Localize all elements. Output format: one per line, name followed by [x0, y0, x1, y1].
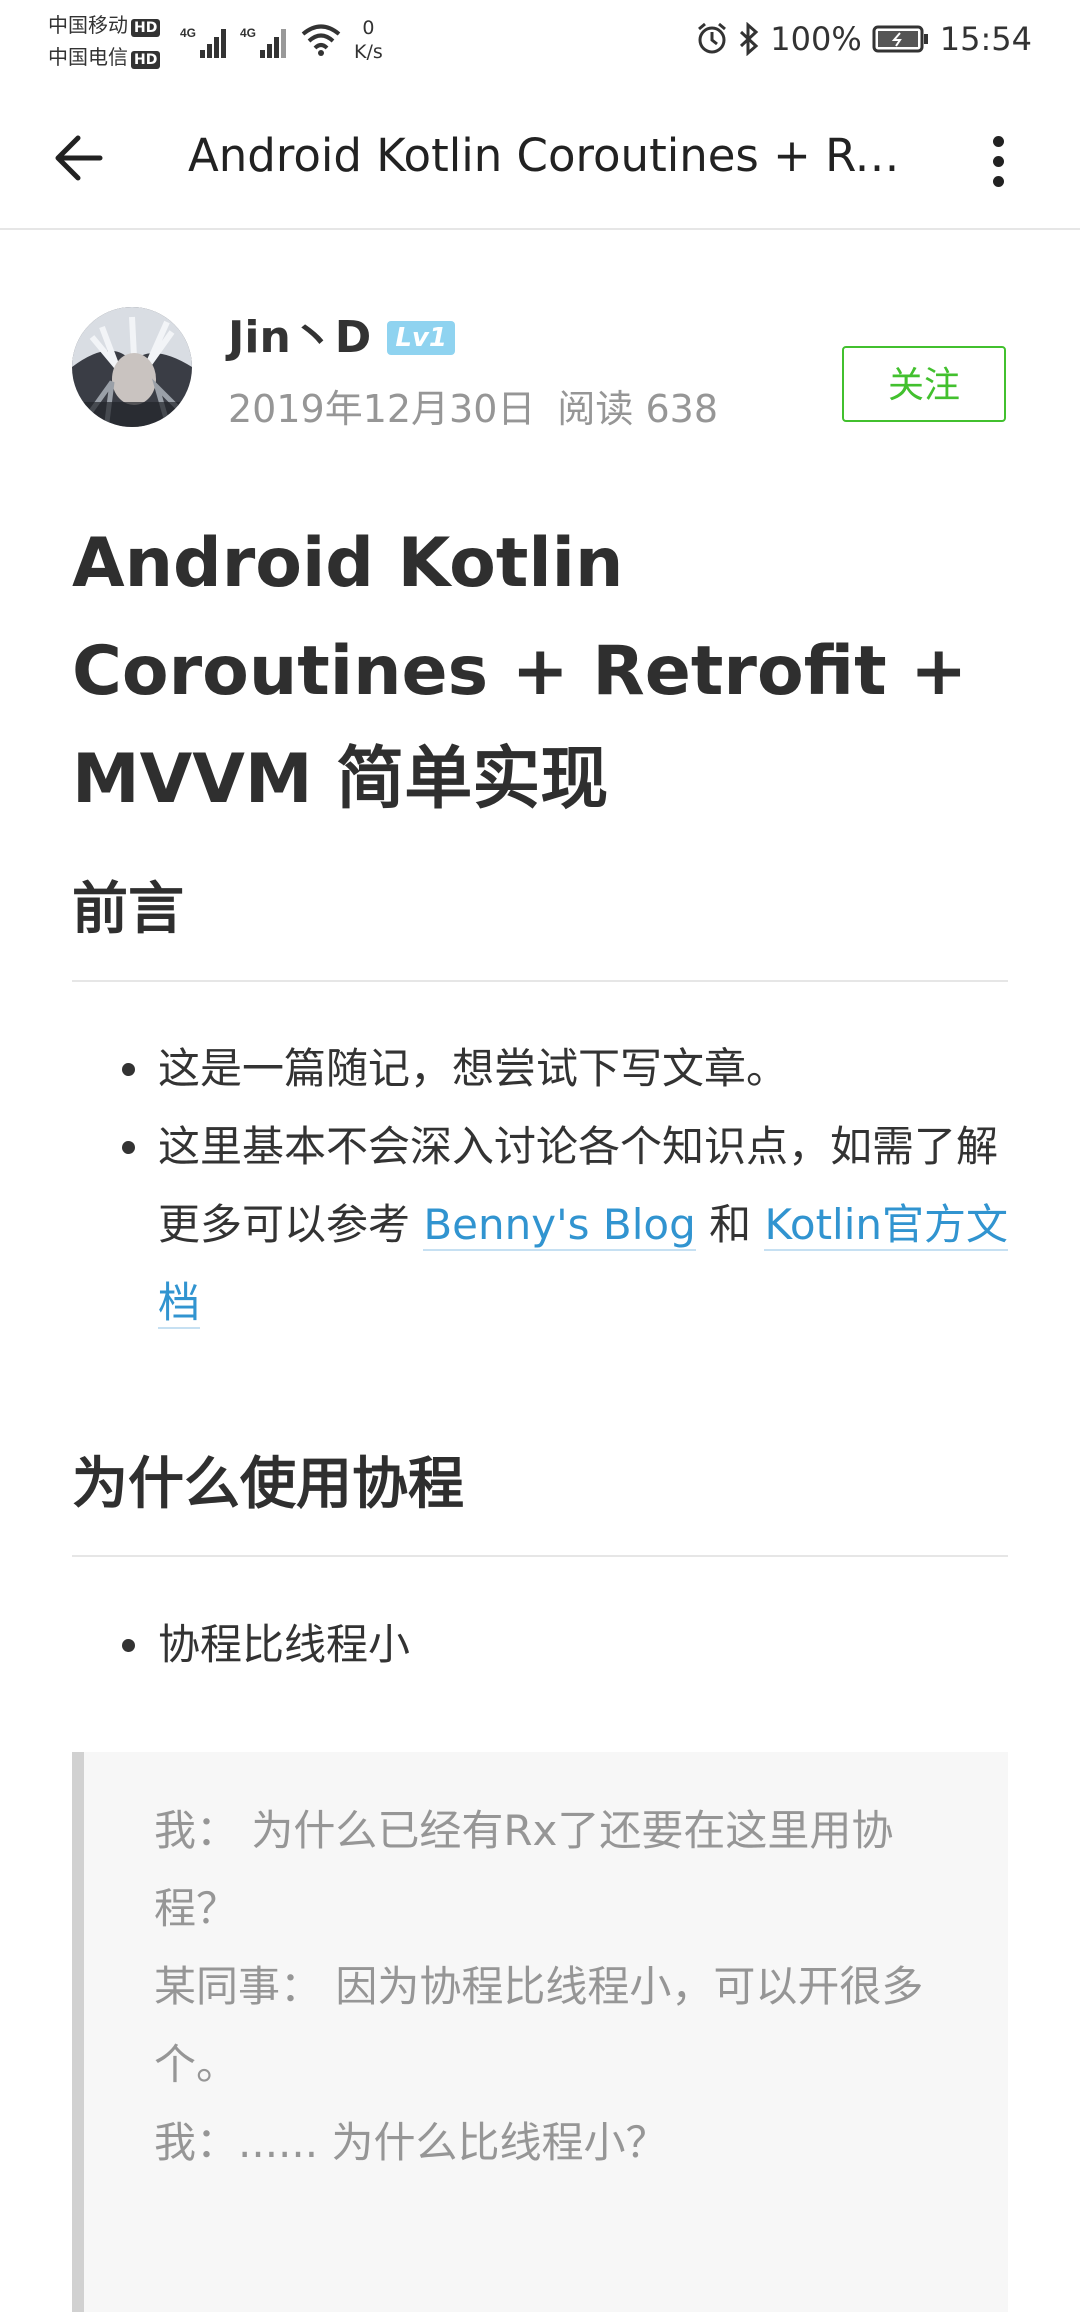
section-heading-why-coroutines: 为什么使用协程	[72, 1445, 1008, 1557]
signal-icon-1: 4G	[180, 26, 226, 58]
clock: 15:54	[939, 20, 1032, 58]
avatar[interactable]	[72, 307, 192, 427]
battery-percent: 100%	[770, 20, 862, 58]
author-name[interactable]: Jin丶D Lv1	[228, 310, 455, 366]
app-bar-title: Android Kotlin Coroutines + Retrofit + M…	[188, 129, 908, 182]
post-meta: 2019年12月30日 阅读 638	[228, 385, 718, 433]
alarm-icon	[698, 22, 727, 54]
link-bennys-blog[interactable]: Benny's Blog	[423, 1200, 696, 1251]
status-bar: 中国移动 HD 中国电信 HD 4G 4G 0 K/s 100% 15:54	[0, 0, 1080, 86]
article-title: Android Kotlin Coroutines + Retrofit + M…	[72, 524, 968, 819]
hd-badge: HD	[131, 19, 161, 37]
bluetooth-icon	[740, 22, 759, 56]
level-badge: Lv1	[387, 321, 455, 355]
signal-icon-2: 4G	[240, 26, 286, 58]
more-options-icon[interactable]	[978, 130, 1018, 190]
carrier-2: 中国电信 HD	[48, 44, 161, 70]
hd-badge: HD	[131, 51, 161, 69]
battery-icon	[872, 25, 928, 53]
section-heading-preface: 前言	[72, 870, 1008, 982]
why-list: 协程比线程小	[72, 1606, 1008, 1684]
read-count: 阅读 638	[557, 387, 719, 431]
network-type-label: 4G	[180, 26, 196, 40]
follow-button[interactable]: 关注	[842, 346, 1006, 422]
wifi-icon	[301, 24, 341, 56]
carrier-1: 中国移动 HD	[48, 12, 161, 38]
list-item: 这里基本不会深入讨论各个知识点，如需了解更多可以参考 Benny's Blog …	[72, 1108, 1009, 1342]
quote-line: 我： 为什么已经有Rx了还要在这里用协程？	[154, 1806, 894, 1933]
status-right: 100% 15:54	[696, 20, 1032, 58]
quote-line: 某同事： 因为协程比线程小，可以开很多个。	[154, 1962, 924, 2089]
app-bar: Android Kotlin Coroutines + Retrofit + M…	[0, 86, 1080, 230]
quote-block: 我： 为什么已经有Rx了还要在这里用协程？ 某同事： 因为协程比线程小，可以开很…	[72, 1752, 1008, 2312]
network-type-label: 4G	[240, 26, 256, 40]
list-item: 这是一篇随记，想尝试下写文章。	[72, 1030, 1008, 1108]
preface-list: 这是一篇随记，想尝试下写文章。 这里基本不会深入讨论各个知识点，如需了解更多可以…	[72, 1030, 1009, 1342]
back-arrow-icon[interactable]	[48, 128, 108, 188]
post-date: 2019年12月30日	[228, 387, 536, 431]
list-item: 协程比线程小	[72, 1606, 1008, 1684]
network-speed: 0 K/s	[354, 17, 383, 63]
quote-line: 我：...... 为什么比线程小？	[154, 2118, 668, 2167]
